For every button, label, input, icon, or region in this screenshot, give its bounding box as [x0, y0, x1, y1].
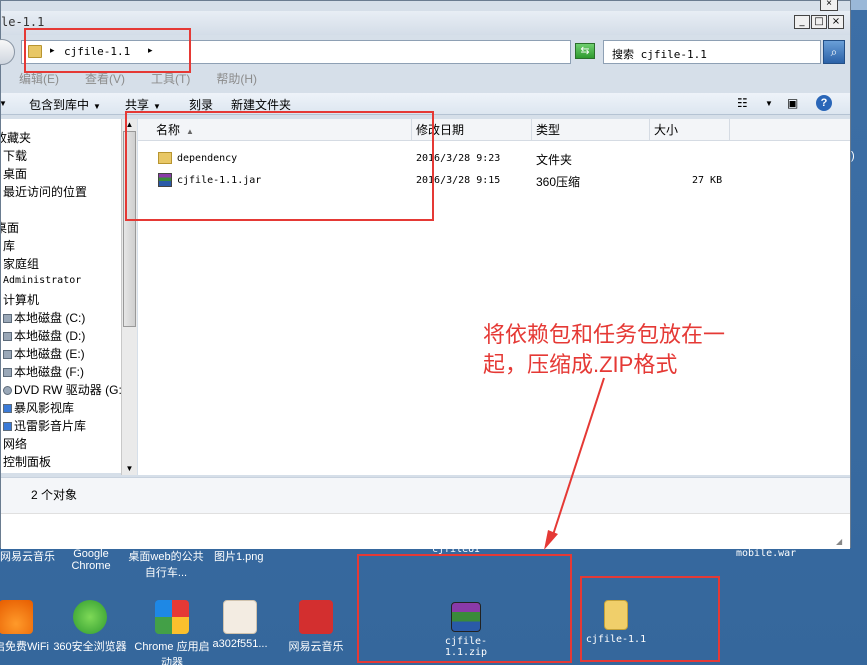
drive-icon	[3, 332, 12, 342]
nav-drive-label: 本地磁盘 (C:)	[14, 311, 86, 325]
include-library-label: 包含到库中	[29, 98, 90, 112]
help-icon[interactable]: ?	[816, 95, 832, 111]
drive-icon	[3, 314, 12, 324]
resize-grip-icon[interactable]: ◢	[836, 537, 846, 547]
nav-drive-label: 本地磁盘 (D:)	[14, 329, 86, 343]
background-window-edge: )	[851, 150, 855, 162]
status-bar: ◢	[1, 513, 850, 549]
nav-control-panel[interactable]: 控制面板	[3, 453, 51, 470]
annotation-line: 起，压缩成.ZIP格式	[483, 352, 678, 377]
nav-administrator[interactable]: Administrator	[3, 275, 81, 286]
nav-network[interactable]: 网络	[3, 435, 27, 452]
nav-favorites[interactable]: 收藏夹	[1, 129, 31, 146]
refresh-icon[interactable]: ⇆	[575, 43, 595, 59]
file-type: 文件夹	[536, 153, 573, 167]
nav-downloads[interactable]: 下载	[3, 147, 27, 164]
scroll-down-icon[interactable]: ▼	[122, 463, 137, 475]
minimize-button[interactable]: _	[794, 15, 810, 29]
back-button[interactable]	[0, 39, 15, 65]
nav-dvd[interactable]: DVD RW 驱动器 (G:)	[3, 381, 121, 398]
chevron-down-icon[interactable]: ▼	[765, 99, 773, 108]
media-library-icon	[3, 404, 12, 414]
nav-drive-label: 本地磁盘 (F:)	[14, 365, 84, 379]
include-library-button[interactable]: 包含到库中 ▼	[29, 96, 101, 113]
nav-recent[interactable]: 最近访问的位置	[3, 183, 87, 200]
file-size: 27 KB	[692, 175, 723, 186]
item-count: 2 个对象	[31, 488, 78, 502]
search-input[interactable]: 搜索 cjfile-1.1	[603, 40, 821, 64]
chevron-down-icon: ▼	[93, 102, 101, 111]
nav-baofeng[interactable]: 暴风影视库	[3, 399, 74, 416]
navigation-pane: 收藏夹 下载 桌面 最近访问的位置 桌面 库 家庭组 Administrator…	[1, 119, 121, 473]
nav-libraries[interactable]: 库	[3, 237, 15, 254]
nav-drive-d[interactable]: 本地磁盘 (D:)	[3, 327, 85, 344]
desktop-label-music[interactable]: 网易云音乐	[0, 548, 55, 564]
nav-library-label: 暴风影视库	[14, 401, 75, 415]
outer-close-button[interactable]: ×	[820, 0, 838, 11]
window-title: le-1.1	[1, 15, 45, 29]
share-label: 共享	[125, 98, 150, 112]
nav-computer[interactable]: 计算机	[3, 291, 39, 308]
search-icon[interactable]: ⌕	[823, 40, 845, 64]
media-library-icon	[3, 422, 12, 432]
desktop-icon-image[interactable]: a302f551...	[202, 600, 278, 650]
file-type: 360压缩	[536, 175, 581, 189]
nav-drive-c[interactable]: 本地磁盘 (C:)	[3, 309, 85, 326]
highlight-files	[125, 111, 434, 221]
nav-drive-label: 本地磁盘 (E:)	[14, 347, 85, 361]
nav-drive-label: DVD RW 驱动器 (G:)	[14, 383, 121, 397]
wifi-icon	[0, 600, 33, 634]
drive-icon	[3, 368, 12, 378]
details-pane: 2 个对象	[1, 477, 850, 513]
desktop-label-png[interactable]: 图片1.png	[214, 548, 264, 564]
column-size[interactable]: 大小	[650, 119, 730, 141]
desktop-icon-label: 网易云音乐	[288, 641, 344, 653]
music-icon	[299, 600, 333, 634]
image-thumbnail-icon	[223, 600, 257, 634]
menu-help[interactable]: 帮助(H)	[216, 69, 257, 91]
window-controls: _ □ ×	[794, 15, 844, 29]
maximize-button[interactable]: □	[811, 15, 827, 29]
annotation-text: 将依赖包和任务包放在一 起，压缩成.ZIP格式	[483, 320, 753, 380]
explorer-window: × le-1.1 _ □ × ▸ cjfile-1.1 ▸ ▼ ⇆ 搜索 cjf…	[0, 0, 851, 549]
nav-drive-e[interactable]: 本地磁盘 (E:)	[3, 345, 85, 362]
highlight-folder	[580, 576, 720, 662]
desktop-icon-wifi[interactable]: 开启免费WiFi	[0, 600, 54, 654]
desktop-label-war[interactable]: mobile.war	[736, 548, 796, 559]
desktop-icon-chrome-launcher[interactable]: Chrome 应用启动器	[134, 600, 210, 665]
desktop-icon-label: 360安全浏览器	[53, 641, 127, 653]
desktop-icon-label: a302f551...	[212, 638, 268, 650]
highlight-zip	[357, 554, 572, 663]
nav-homegroup[interactable]: 家庭组	[3, 255, 39, 272]
desktop-icon-label: Chrome 应用启动器	[134, 641, 210, 665]
desktop-label-bike[interactable]: 桌面web的公共自行车...	[128, 548, 204, 580]
nav-desktop[interactable]: 桌面	[1, 219, 19, 236]
app-launcher-icon	[155, 600, 189, 634]
nav-drive-f[interactable]: 本地磁盘 (F:)	[3, 363, 84, 380]
view-options-icon[interactable]: ☷	[737, 96, 748, 110]
nav-library-label: 迅雷影音片库	[14, 419, 87, 433]
browser-icon	[73, 600, 107, 634]
chevron-down-icon: ▼	[153, 102, 161, 111]
drive-icon	[3, 350, 12, 360]
close-button[interactable]: ×	[828, 15, 844, 29]
annotation-line: 将依赖包和任务包放在一	[483, 322, 726, 347]
organize-arrow-icon[interactable]: ▼	[0, 99, 7, 108]
desktop-icon-360browser[interactable]: 360安全浏览器	[52, 600, 128, 654]
nav-desktop-fav[interactable]: 桌面	[3, 165, 27, 182]
column-type[interactable]: 类型	[532, 119, 650, 141]
highlight-address-path	[24, 28, 191, 73]
disc-icon	[3, 386, 12, 396]
nav-xunlei[interactable]: 迅雷影音片库	[3, 417, 86, 434]
preview-pane-icon[interactable]: ▣	[787, 96, 798, 110]
desktop-icon-netease[interactable]: 网易云音乐	[278, 600, 354, 654]
desktop-label-chrome[interactable]: Google Chrome	[70, 548, 112, 572]
desktop-icon-label: 开启免费WiFi	[0, 641, 49, 653]
search-placeholder: 搜索 cjfile-1.1	[612, 48, 707, 61]
